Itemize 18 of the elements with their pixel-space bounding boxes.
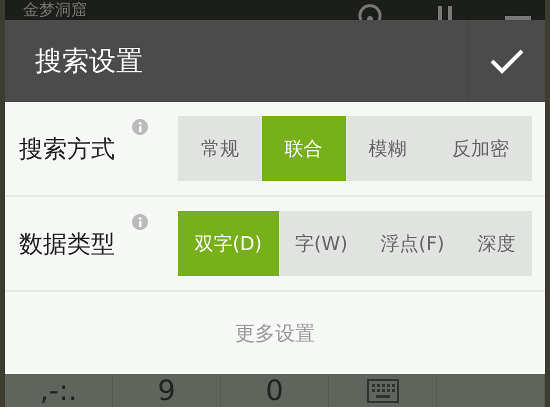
- keypad-key[interactable]: ,-:.: [5, 374, 113, 407]
- segment-option[interactable]: 常规: [178, 116, 262, 181]
- segment-option[interactable]: 字(W): [278, 211, 364, 276]
- setting-label: 数据类型: [19, 228, 116, 260]
- setting-label: 搜索方式: [19, 134, 116, 164]
- segment-option[interactable]: 深度: [460, 211, 532, 276]
- dialog-title: 搜索设置: [34, 45, 143, 79]
- check-icon: [490, 48, 524, 74]
- keypad-key[interactable]: 9: [113, 374, 221, 407]
- app-title: 金梦洞窟: [23, 0, 87, 20]
- segment-option[interactable]: 浮点(F): [364, 211, 461, 276]
- segment-option[interactable]: 联合: [262, 116, 346, 181]
- more-settings-button[interactable]: 更多设置: [5, 292, 545, 374]
- keyboard-icon[interactable]: [366, 378, 398, 402]
- keypad-key[interactable]: 0: [221, 374, 329, 407]
- segment-option[interactable]: 双字(D): [178, 211, 278, 276]
- segment-option[interactable]: 模糊: [346, 116, 430, 181]
- segment-option[interactable]: 反加密: [429, 116, 532, 181]
